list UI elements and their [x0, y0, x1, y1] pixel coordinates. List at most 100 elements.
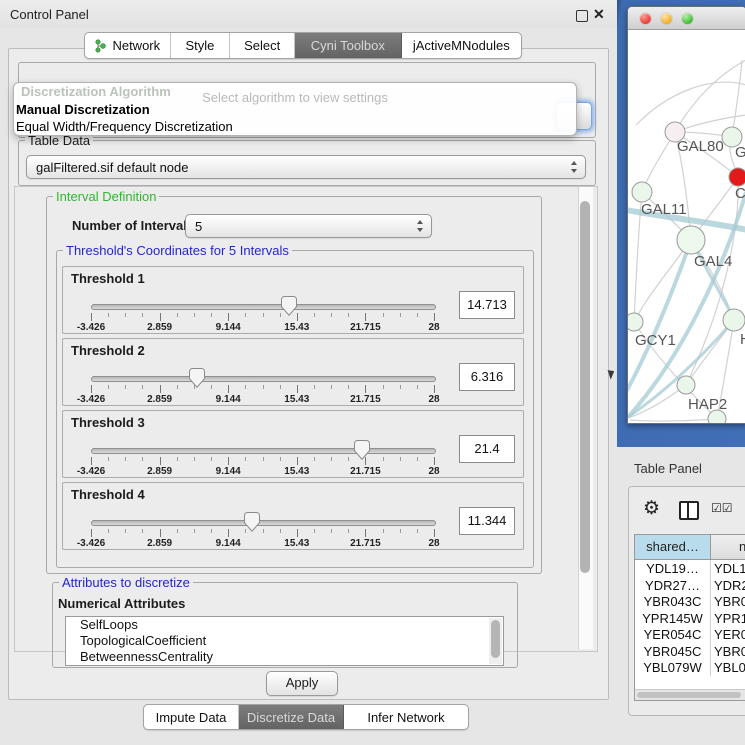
close-window-icon[interactable]: ✕ [593, 6, 605, 23]
slider-major-tick [228, 385, 229, 393]
threshold-slider-track[interactable] [91, 448, 436, 454]
table-data-combobox[interactable]: galFiltered.sif default node [26, 155, 586, 179]
threshold-slider-thumb[interactable] [354, 440, 370, 460]
tab-jactivemnodules[interactable]: jActiveMNodules [402, 33, 521, 58]
network-node-hap2[interactable] [677, 376, 695, 394]
number-of-intervals-combobox[interactable]: 5 [185, 214, 432, 238]
table-cell-name: YLR3 [714, 676, 745, 677]
threshold-value-field[interactable]: 14.713 [459, 291, 515, 319]
slider-major-tick [434, 385, 435, 393]
zoom-traffic-light[interactable] [682, 13, 693, 24]
table-row[interactable]: YPR145WYPR1 [635, 610, 745, 627]
attributes-scrollbar-track[interactable] [489, 618, 502, 664]
slider-major-tick [91, 529, 92, 537]
network-node-gcy1[interactable] [628, 313, 643, 331]
network-node[interactable] [708, 410, 726, 424]
slider-minor-tick [108, 457, 109, 461]
network-edge[interactable] [628, 385, 686, 418]
algorithm-option[interactable]: Manual Discretization [16, 102, 150, 117]
slider-tick-label: 9.144 [203, 538, 253, 549]
slider-major-tick [228, 529, 229, 537]
tab-discretize-data[interactable]: Discretize Data [239, 705, 344, 729]
slider-minor-tick [280, 457, 281, 461]
attributes-scrollbar-thumb[interactable] [491, 620, 500, 658]
columns-icon[interactable] [679, 501, 699, 520]
table-cell-name: YBR0 [714, 593, 745, 610]
slider-major-tick [91, 457, 92, 465]
tab-cyni-toolbox[interactable]: Cyni Toolbox [295, 33, 402, 58]
tab-style[interactable]: Style [171, 33, 231, 58]
threshold-value-field[interactable]: 6.316 [459, 363, 515, 391]
tab-infer-network[interactable]: Infer Network [344, 705, 468, 729]
network-edge[interactable] [630, 419, 717, 421]
slider-minor-tick [280, 385, 281, 389]
apply-button[interactable]: Apply [266, 671, 338, 696]
table-row[interactable]: YBR045CYBR0 [635, 643, 745, 660]
tab-label: Cyni Toolbox [311, 38, 385, 53]
threshold-slider-track[interactable] [91, 304, 436, 310]
table-hscrollbar-track[interactable] [635, 689, 745, 700]
threshold-slider-thumb[interactable] [281, 296, 297, 316]
slider-tick-label: 21.715 [340, 538, 390, 549]
network-window-titlebar[interactable] [628, 7, 745, 30]
slider-tick-label: 28 [409, 394, 459, 405]
threshold-label: Threshold 1 [71, 271, 145, 286]
network-edge[interactable] [636, 82, 745, 125]
slider-minor-tick [331, 313, 332, 317]
tab-label: Select [244, 38, 280, 53]
slider-minor-tick [142, 385, 143, 389]
close-traffic-light[interactable] [640, 13, 651, 24]
network-edge[interactable] [732, 60, 742, 137]
network-node-gal11[interactable] [632, 182, 652, 202]
minimize-traffic-light[interactable] [661, 13, 672, 24]
table-row[interactable]: YLR345WYLR3 [635, 676, 745, 677]
threshold-slider-thumb[interactable] [189, 368, 205, 388]
tab-select[interactable]: Select [230, 33, 295, 58]
gear-icon[interactable]: ⚙ [643, 497, 660, 520]
slider-major-tick [297, 529, 298, 537]
table-hscrollbar-thumb[interactable] [637, 692, 741, 698]
slider-minor-tick [194, 529, 195, 533]
attribute-list-item[interactable]: BetweennessCentrality [66, 649, 503, 665]
network-node-c[interactable] [729, 168, 745, 186]
threshold-slider-track[interactable] [91, 520, 436, 526]
column-header-shared-name[interactable]: shared… [635, 535, 711, 559]
slider-minor-tick [125, 457, 126, 461]
slider-minor-tick [194, 313, 195, 317]
tab-network[interactable]: Network [85, 33, 171, 58]
table-cell-shared-name: YBL079W [635, 659, 710, 676]
algorithm-option[interactable]: Equal Width/Frequency Discretization [16, 119, 233, 134]
slider-major-tick [160, 457, 161, 465]
slider-tick-label: 15.43 [272, 466, 322, 477]
tab-impute-data[interactable]: Impute Data [144, 705, 239, 729]
vertical-scrollbar-thumb[interactable] [580, 201, 590, 573]
threshold-slider-track[interactable] [91, 376, 436, 382]
table-panel-toolbar: ⚙ ☑☑ [629, 487, 745, 533]
threshold-value-field[interactable]: 11.344 [459, 507, 515, 535]
network-canvas[interactable]: GAL80GACGAL11GAL4GCY1HHAP2 [628, 30, 745, 424]
numerical-attributes-list: SelfLoopsTopologicalCoefficientBetweenne… [65, 616, 504, 666]
node-label: HAP2 [688, 396, 727, 413]
threshold-slider-thumb[interactable] [244, 512, 260, 532]
select-columns-checkboxes-icon[interactable]: ☑☑ [711, 501, 733, 515]
table-row[interactable]: YBR043CYBR0 [635, 593, 745, 610]
slider-tick-label: 21.715 [340, 322, 390, 333]
attribute-list-item[interactable]: TopologicalCoefficient [66, 633, 503, 649]
table-row[interactable]: YDR27…YDR2 [635, 577, 745, 594]
control-panel-title: Control Panel [10, 7, 89, 22]
attribute-list-item[interactable]: SelfLoops [66, 617, 503, 633]
slider-minor-tick [108, 313, 109, 317]
table-row[interactable]: YER054CYER0 [635, 626, 745, 643]
table-row[interactable]: YDL19…YDL1 [635, 560, 745, 577]
slider-tick-label: 2.859 [135, 322, 185, 333]
table-row[interactable]: YBL079WYBL0 [635, 659, 745, 676]
network-node-gal4[interactable] [677, 226, 705, 254]
slider-minor-tick [211, 457, 212, 461]
threshold-value-field[interactable]: 21.4 [459, 435, 515, 463]
float-window-icon[interactable] [576, 10, 588, 22]
slider-major-tick [434, 457, 435, 465]
slider-minor-tick [263, 529, 264, 533]
network-node-h[interactable] [723, 309, 745, 331]
combo-arrows-icon [416, 220, 424, 232]
column-header-name[interactable]: n [739, 535, 745, 559]
